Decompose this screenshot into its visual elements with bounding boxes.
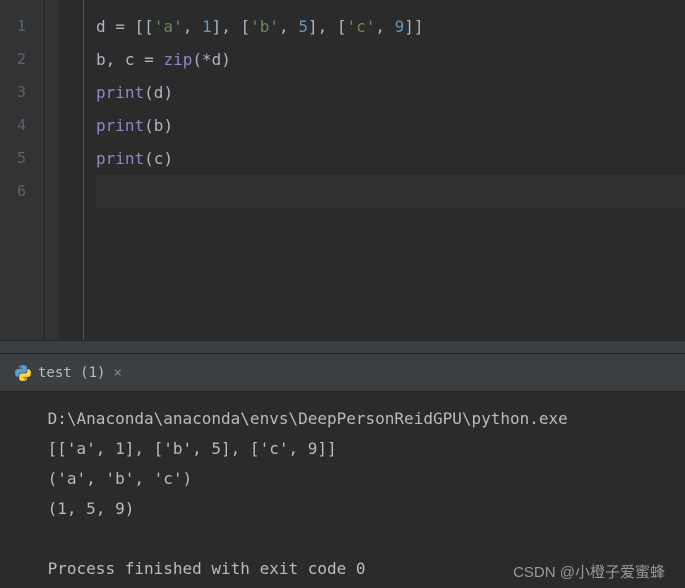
editor-pane: 123456 d = [['a', 1], ['b', 5], ['c', 9]…	[0, 0, 685, 340]
line-number: 6	[0, 175, 26, 208]
close-icon[interactable]: ×	[113, 365, 121, 381]
code-line[interactable]: d = [['a', 1], ['b', 5], ['c', 9]]	[96, 10, 685, 43]
watermark: CSDN @小橙子爱蜜蜂	[513, 561, 665, 582]
code-line[interactable]: print(b)	[96, 109, 685, 142]
line-number: 4	[0, 109, 26, 142]
line-number: 3	[0, 76, 26, 109]
console-pane: D:\Anaconda\anaconda\envs\DeepPersonReid…	[0, 392, 685, 588]
pane-divider[interactable]	[0, 340, 685, 354]
fold-strip	[59, 0, 84, 340]
line-number: 1	[0, 10, 26, 43]
line-number: 2	[0, 43, 26, 76]
code-line[interactable]: b, c = zip(*d)	[96, 43, 685, 76]
code-line[interactable]: print(d)	[96, 76, 685, 109]
console-output[interactable]: D:\Anaconda\anaconda\envs\DeepPersonReid…	[48, 404, 568, 584]
run-tab-label: test (1)	[38, 365, 105, 381]
line-gutter: 123456	[0, 0, 45, 340]
breakpoint-strip[interactable]	[45, 0, 59, 340]
run-tab[interactable]: test (1) ×	[8, 360, 128, 386]
code-line[interactable]	[96, 175, 685, 208]
python-icon	[14, 364, 32, 382]
run-tab-bar: test (1) ×	[0, 354, 685, 392]
code-editor[interactable]: d = [['a', 1], ['b', 5], ['c', 9]]b, c =…	[84, 0, 685, 340]
code-line[interactable]: print(c)	[96, 142, 685, 175]
line-number: 5	[0, 142, 26, 175]
